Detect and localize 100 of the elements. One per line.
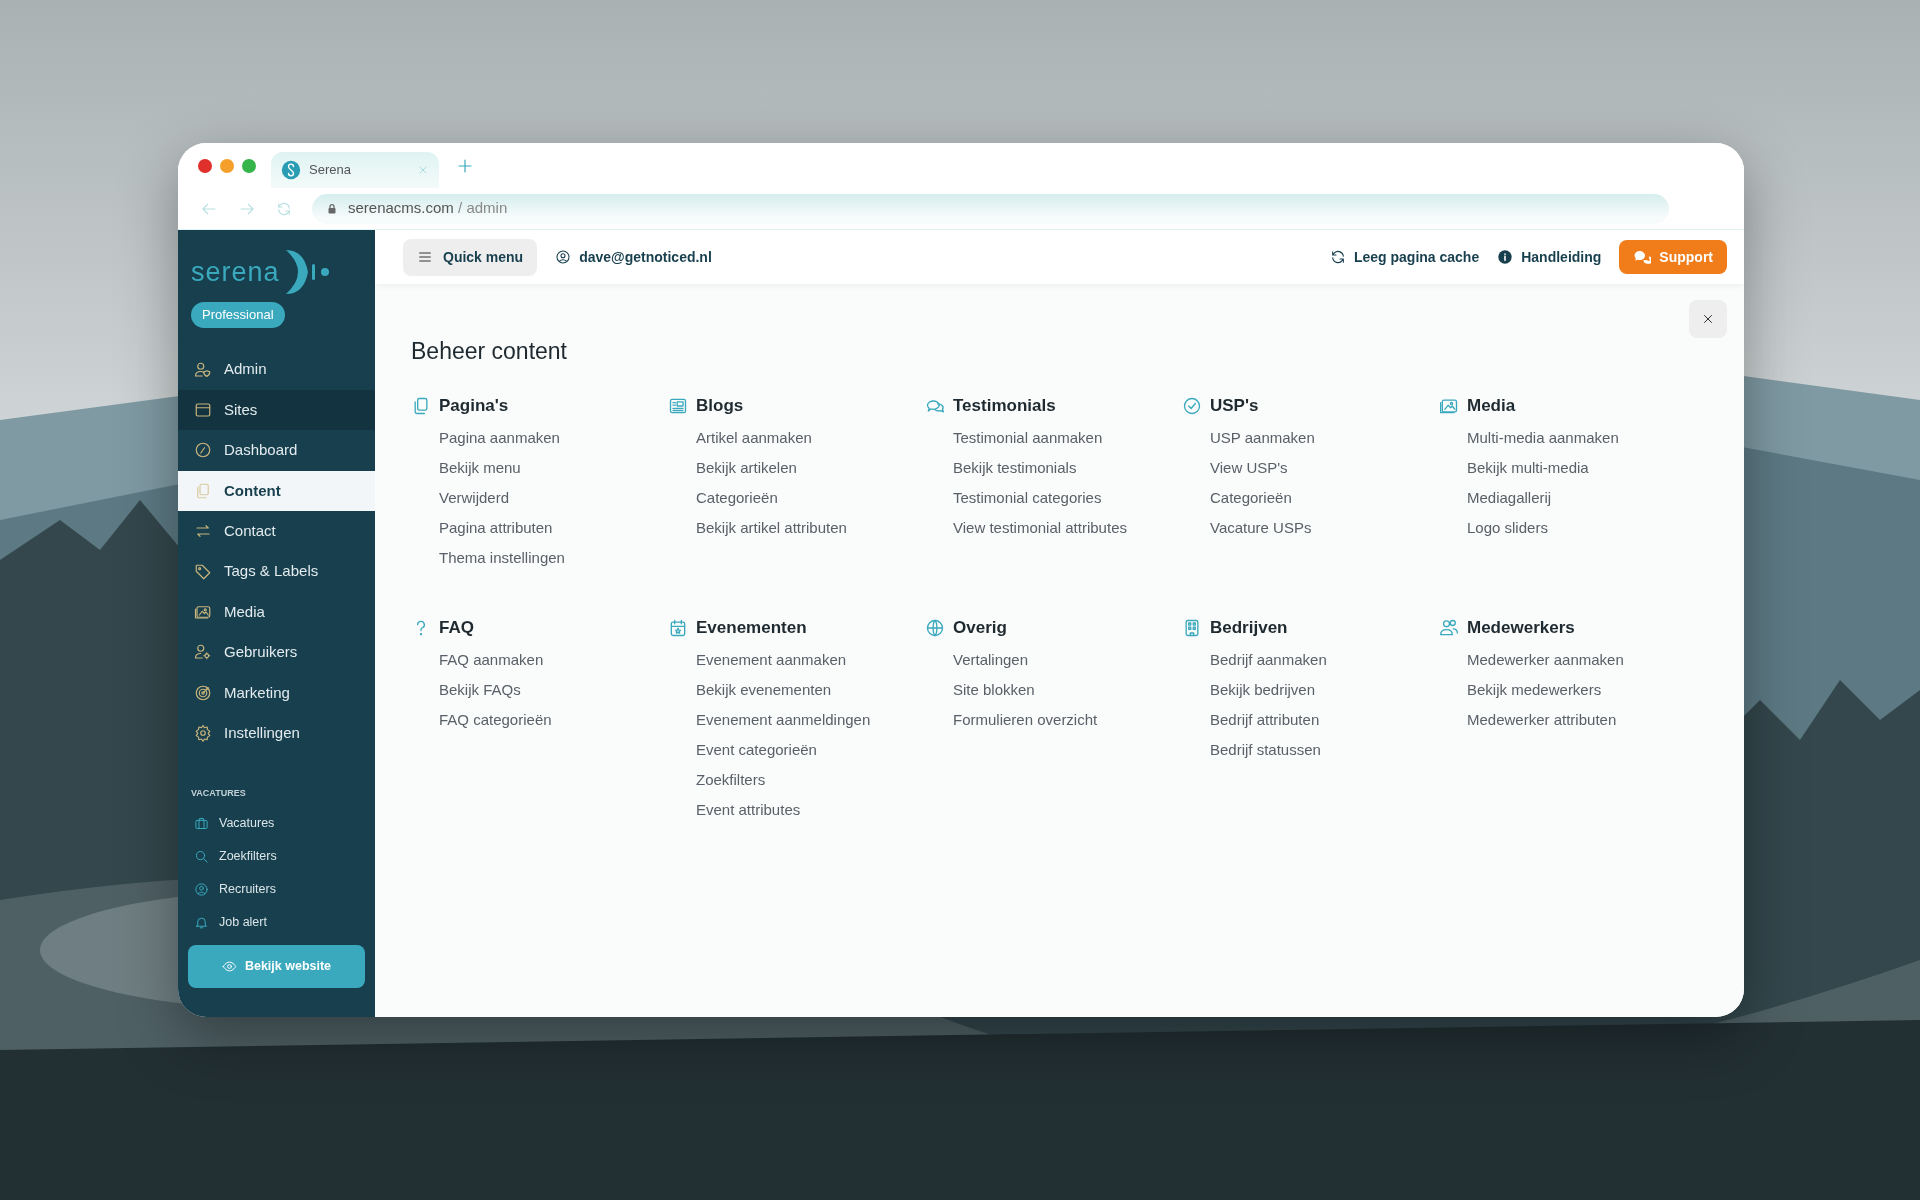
menu-link[interactable]: FAQ aanmaken <box>439 650 544 671</box>
nav-item[interactable]: Vacatures <box>178 806 375 840</box>
menu-link[interactable]: Mediagallerij <box>1467 488 1552 509</box>
menu-link[interactable]: Thema instellingen <box>439 548 565 569</box>
group-heading: USP's <box>1210 394 1259 417</box>
nav-item[interactable]: Recruiters <box>178 872 375 906</box>
menu-link[interactable]: Categorieën <box>696 488 778 509</box>
menu-link[interactable]: Bedrijf statussen <box>1210 740 1321 761</box>
clear-cache-link[interactable]: Leeg pagina cache <box>1329 246 1480 268</box>
menu-link[interactable]: Medewerker aanmaken <box>1467 650 1624 671</box>
section-title: VACATURES <box>190 787 247 801</box>
info-icon <box>1497 249 1514 265</box>
menu-link[interactable]: Event attributes <box>696 800 801 821</box>
menu-link[interactable]: View testimonial attributes <box>953 518 1127 539</box>
menu-link[interactable]: Evenement aanmeldingen <box>696 710 871 731</box>
eye-icon <box>221 958 237 974</box>
close-icon[interactable] <box>417 164 429 176</box>
manual-link[interactable]: Handleiding <box>1497 246 1602 268</box>
nav-item[interactable]: Contact <box>178 511 375 552</box>
chat-icon <box>1633 248 1652 266</box>
check-circle-icon <box>1182 395 1202 416</box>
menu-link[interactable]: Evenement aanmaken <box>696 650 847 671</box>
nav-item[interactable]: Sites <box>178 389 375 431</box>
group-heading: FAQ <box>439 616 474 639</box>
window-control[interactable] <box>220 158 234 173</box>
menu-link[interactable]: Testimonial aanmaken <box>953 428 1103 449</box>
menu-link[interactable]: Vertalingen <box>953 650 1029 671</box>
group-heading: Bedrijven <box>1210 616 1288 639</box>
group-heading: Evenementen <box>696 616 807 639</box>
user-icon <box>555 249 572 265</box>
image-icon <box>194 603 212 622</box>
group-heading: Pagina's <box>439 394 509 417</box>
nav-item[interactable]: Content <box>178 470 375 512</box>
menu-link[interactable]: Bekijk evenementen <box>696 680 832 701</box>
menu-link[interactable]: Artikel aanmaken <box>696 428 812 449</box>
user-shield-icon <box>194 360 212 379</box>
group-heading: Media <box>1467 394 1516 417</box>
menu-link[interactable]: Zoekfilters <box>696 770 766 791</box>
menu-link[interactable]: Logo sliders <box>1467 518 1548 539</box>
menu-link[interactable]: Verwijderd <box>439 488 510 509</box>
menu-link[interactable]: Bedrijf attributen <box>1210 710 1320 731</box>
refresh-icon <box>1329 249 1346 265</box>
nav-item[interactable]: Marketing <box>178 672 375 713</box>
menu-link[interactable]: View USP's <box>1210 458 1288 479</box>
menu-link[interactable]: USP aanmaken <box>1210 428 1315 449</box>
group-heading: Testimonials <box>953 394 1056 417</box>
nav-item[interactable]: Admin <box>178 349 375 390</box>
close-icon <box>1701 312 1715 326</box>
menu-link[interactable]: Medewerker attributen <box>1467 710 1617 731</box>
panel-title: Beheer content <box>411 337 567 366</box>
menu-link[interactable]: Bekijk bedrijven <box>1210 680 1316 701</box>
menu-link[interactable]: Formulieren overzicht <box>953 710 1098 731</box>
menu-link[interactable]: Bekijk artikel attributen <box>696 518 847 539</box>
menu-link[interactable]: Bedrijf aanmaken <box>1210 650 1327 671</box>
user-link[interactable]: dave@getnoticed.nl <box>555 246 712 268</box>
menu-link[interactable]: Categorieën <box>1210 488 1292 509</box>
menu-link[interactable]: FAQ categorieën <box>439 710 552 731</box>
close-button[interactable] <box>1689 300 1727 338</box>
menu-link[interactable]: Bekijk testimonials <box>953 458 1077 479</box>
menu-link[interactable]: Bekijk FAQs <box>439 680 521 701</box>
menu-link[interactable]: Event categorieën <box>696 740 817 761</box>
group-heading: Blogs <box>696 394 744 417</box>
nav-item[interactable]: Media <box>178 591 375 633</box>
tag-icon <box>194 562 212 581</box>
menu-link[interactable]: Bekijk artikelen <box>696 458 797 479</box>
menu-link[interactable]: Pagina aanmaken <box>439 428 560 449</box>
browser-icon <box>194 401 212 420</box>
menu-link[interactable]: Bekijk medewerkers <box>1467 680 1602 701</box>
menu-link[interactable]: Bekijk menu <box>439 458 521 479</box>
browser-tab[interactable]: Serena <box>271 152 439 188</box>
search-icon <box>194 848 209 864</box>
globe-icon <box>925 617 945 638</box>
gear-icon <box>194 724 212 743</box>
nav-item[interactable]: Job alert <box>178 905 375 939</box>
user-gear-icon <box>194 643 212 662</box>
gauge-icon <box>194 441 212 460</box>
address-bar[interactable]: serenacms.com / admin <box>312 193 1669 224</box>
nav-item[interactable]: Instellingen <box>178 713 375 754</box>
menu-link[interactable]: Vacature USPs <box>1210 518 1312 539</box>
nav-item[interactable]: Gebruikers <box>178 632 375 673</box>
menu-link[interactable]: Testimonial categories <box>953 488 1102 509</box>
menu-link[interactable]: Site blokken <box>953 680 1035 701</box>
nav-item[interactable]: Zoekfilters <box>178 839 375 873</box>
window-control[interactable] <box>242 158 256 173</box>
nav-item[interactable]: Tags & Labels <box>178 551 375 592</box>
nav-item[interactable]: Dashboard <box>178 430 375 471</box>
group-heading: Overig <box>953 616 1007 639</box>
favicon-icon <box>281 160 301 180</box>
quick-menu-button[interactable]: Quick menu <box>403 238 538 276</box>
briefcase-icon <box>194 815 209 831</box>
menu-icon <box>417 249 433 265</box>
menu-link[interactable]: Multi-media aanmaken <box>1467 428 1619 449</box>
bell-icon <box>194 914 209 930</box>
lock-icon <box>326 202 338 215</box>
menu-link[interactable]: Bekijk multi-media <box>1467 458 1589 479</box>
group-heading: Medewerkers <box>1467 616 1575 639</box>
reload-icon[interactable] <box>276 200 292 217</box>
logo-text: serena <box>191 255 280 289</box>
menu-link[interactable]: Pagina attributen <box>439 518 553 539</box>
window-control[interactable] <box>198 158 212 173</box>
